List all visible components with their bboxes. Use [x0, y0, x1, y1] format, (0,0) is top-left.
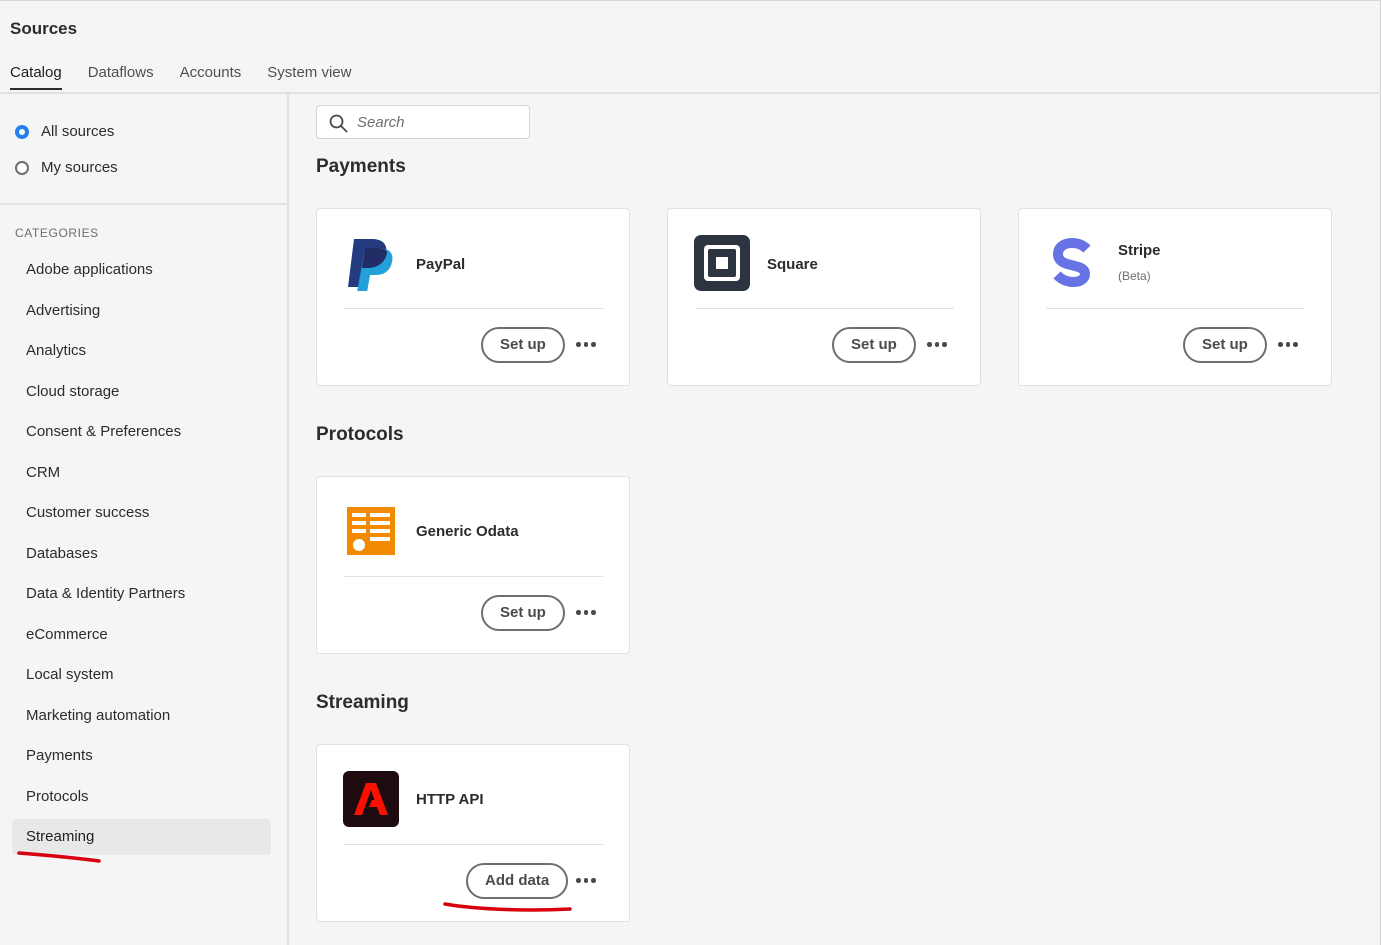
sidebar-item-databases[interactable]: Databases — [12, 536, 271, 572]
search-box — [316, 105, 530, 139]
more-options-icon[interactable] — [574, 602, 598, 622]
sidebar-item-crm[interactable]: CRM — [12, 455, 271, 491]
card-subtitle: (Beta) — [1118, 269, 1151, 283]
more-options-icon[interactable] — [925, 334, 949, 354]
sidebar-item-analytics[interactable]: Analytics — [12, 333, 271, 369]
annotation-underline-streaming — [17, 851, 101, 863]
card-divider — [1046, 308, 1305, 309]
card-divider — [344, 308, 603, 309]
section-title-payments: Payments — [316, 156, 406, 177]
sidebar-item-protocols[interactable]: Protocols — [12, 779, 271, 815]
add-data-button[interactable]: Add data — [466, 863, 569, 899]
set-up-button[interactable]: Set up — [1183, 327, 1267, 363]
set-up-button[interactable]: Set up — [481, 327, 565, 363]
source-card-paypal: PayPal Set up — [316, 208, 630, 386]
more-options-icon[interactable] — [1276, 334, 1300, 354]
search-icon — [329, 114, 348, 133]
odata-logo-icon — [347, 507, 395, 555]
section-title-streaming: Streaming — [316, 692, 409, 713]
filter-all-sources[interactable]: All sources — [15, 123, 114, 140]
filter-my-sources[interactable]: My sources — [15, 159, 118, 176]
top-border — [0, 0, 1381, 1]
sidebar: All sources My sources CATEGORIES Adobe … — [0, 94, 289, 945]
section-title-protocols: Protocols — [316, 424, 404, 445]
tab-accounts[interactable]: Accounts — [180, 64, 242, 90]
radio-checked-icon[interactable] — [15, 124, 29, 139]
adobe-logo-icon — [343, 771, 399, 827]
card-name: PayPal — [416, 256, 466, 273]
source-card-http-api: HTTP API Add data — [316, 744, 630, 922]
radio-unchecked-icon[interactable] — [15, 160, 29, 175]
source-card-generic-odata: Generic Odata Set up — [316, 476, 630, 654]
filter-label: All sources — [41, 123, 115, 140]
set-up-button[interactable]: Set up — [481, 595, 565, 631]
sidebar-item-marketing-automation[interactable]: Marketing automation — [12, 698, 271, 734]
page-title: Sources — [10, 19, 78, 38]
sidebar-item-payments[interactable]: Payments — [12, 738, 271, 774]
source-card-stripe: Stripe (Beta) Set up — [1018, 208, 1332, 386]
source-card-square: Square Set up — [667, 208, 981, 386]
card-name: Square — [767, 256, 818, 273]
sidebar-divider — [0, 203, 287, 205]
filter-label: My sources — [41, 159, 118, 176]
search-input[interactable] — [357, 106, 517, 138]
annotation-underline-add-data — [443, 902, 572, 912]
categories-heading: CATEGORIES — [15, 226, 99, 240]
set-up-button[interactable]: Set up — [832, 327, 916, 363]
category-list: Adobe applications Advertising Analytics… — [12, 252, 271, 860]
sidebar-item-consent-preferences[interactable]: Consent & Preferences — [12, 414, 271, 450]
tab-bar: Catalog Dataflows Accounts System view — [10, 64, 351, 90]
card-divider — [344, 576, 603, 577]
sidebar-item-data-identity-partners[interactable]: Data & Identity Partners — [12, 576, 271, 612]
sidebar-item-customer-success[interactable]: Customer success — [12, 495, 271, 531]
paypal-logo-icon — [348, 239, 393, 291]
card-name: HTTP API — [416, 791, 484, 808]
sidebar-item-local-system[interactable]: Local system — [12, 657, 271, 693]
sidebar-item-ecommerce[interactable]: eCommerce — [12, 617, 271, 653]
sidebar-item-adobe-applications[interactable]: Adobe applications — [12, 252, 271, 288]
card-divider — [344, 844, 603, 845]
tab-catalog[interactable]: Catalog — [10, 64, 62, 90]
card-name: Stripe — [1118, 242, 1161, 259]
card-name: Generic Odata — [416, 523, 519, 540]
square-logo-icon — [694, 235, 750, 291]
sidebar-item-advertising[interactable]: Advertising — [12, 293, 271, 329]
more-options-icon[interactable] — [574, 334, 598, 354]
more-options-icon[interactable] — [574, 870, 598, 890]
tab-system-view[interactable]: System view — [267, 64, 351, 90]
tab-dataflows[interactable]: Dataflows — [88, 64, 154, 90]
stripe-logo-icon — [1052, 237, 1091, 288]
card-divider — [695, 308, 954, 309]
sidebar-item-cloud-storage[interactable]: Cloud storage — [12, 374, 271, 410]
